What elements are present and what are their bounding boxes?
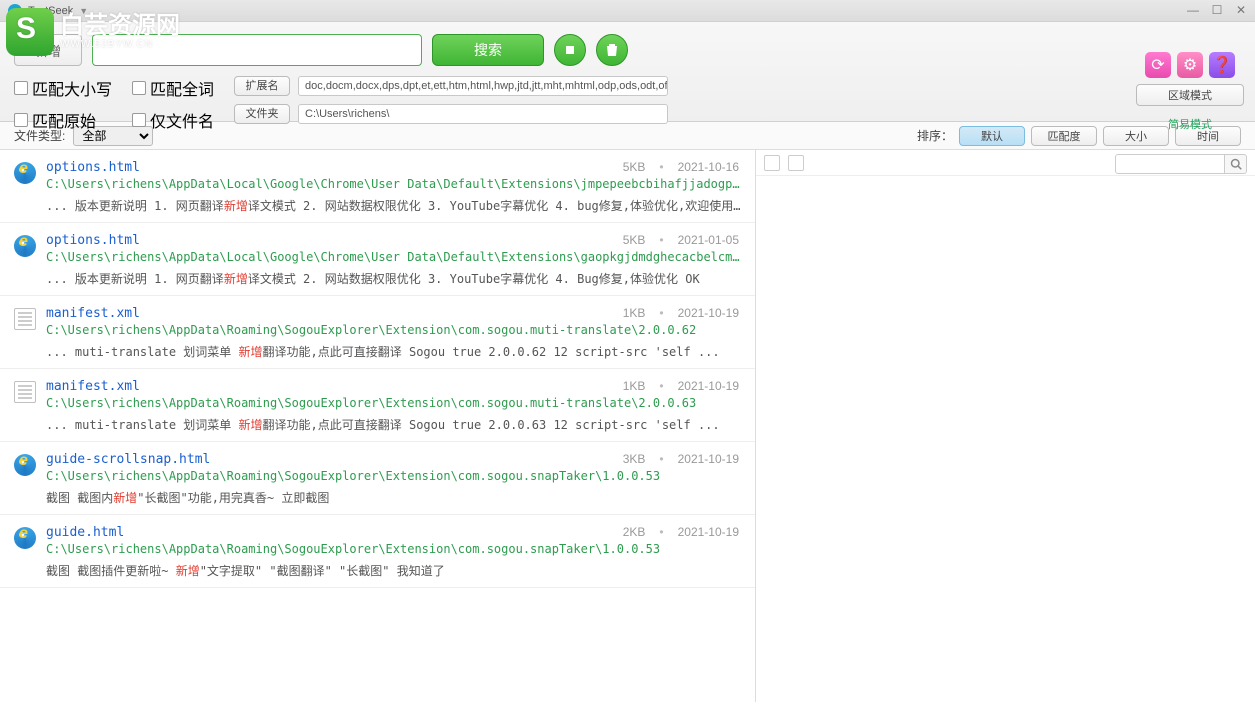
ie-icon: [14, 454, 36, 476]
result-item[interactable]: guide-scrollsnap.htmlC:\Users\richens\Ap…: [0, 442, 755, 515]
ie-icon: [14, 527, 36, 549]
match-begin-label: 匹配原始: [32, 108, 96, 132]
titlebar: TextSeek ▼ — ☐ ✕: [0, 0, 1255, 22]
result-meta: 1KB•2021-10-19: [623, 306, 739, 320]
stop-icon: [562, 42, 578, 58]
watermark-name: 白芸资源网: [60, 14, 180, 38]
result-path: C:\Users\richens\AppData\Roaming\SogouEx…: [46, 542, 741, 556]
result-path: C:\Users\richens\AppData\Local\Google\Ch…: [46, 250, 741, 264]
preview-folder-icon[interactable]: [788, 155, 804, 171]
ext-field[interactable]: doc,docm,docx,dps,dpt,et,ett,htm,html,hw…: [298, 76, 668, 96]
right-panel: ⟳ ⚙ ❓ 区域模式 简易模式: [1135, 52, 1245, 132]
results-list[interactable]: options.htmlC:\Users\richens\AppData\Loc…: [0, 150, 756, 702]
zone-mode-button[interactable]: 区域模式: [1136, 84, 1244, 106]
document-icon: [14, 381, 36, 403]
filename-only-checkbox[interactable]: 仅文件名: [132, 108, 214, 132]
preview-search-button[interactable]: [1225, 154, 1247, 174]
maximize-button[interactable]: ☐: [1209, 2, 1225, 18]
result-snippet: ... 版本更新说明 1. 网页翻译新增译文模式 2. 网站数据权限优化 3. …: [46, 270, 741, 287]
gear-icon[interactable]: ⚙: [1177, 52, 1203, 78]
search-icon: [1230, 158, 1242, 170]
help-icon[interactable]: ❓: [1209, 52, 1235, 78]
result-snippet: ... 版本更新说明 1. 网页翻译新增译文模式 2. 网站数据权限优化 3. …: [46, 197, 741, 214]
toolbar: 白芸资源网 WWW.52BYW.CN 新增 搜索 匹配大小写 匹配原始 匹配全词…: [0, 22, 1255, 122]
result-snippet: 截图 截图内新增"长截图"功能,用完真香~ 立即截图: [46, 489, 741, 506]
close-button[interactable]: ✕: [1233, 2, 1249, 18]
result-meta: 5KB•2021-10-16: [623, 160, 739, 174]
result-path: C:\Users\richens\AppData\Roaming\SogouEx…: [46, 323, 741, 337]
result-snippet: 截图 截图插件更新啦~ 新增"文字提取" "截图翻译" "长截图" 我知道了: [46, 562, 741, 579]
result-snippet: ... muti-translate 划词菜单 新增翻译功能,点此可直接翻译 S…: [46, 343, 741, 360]
preview-search-input[interactable]: [1115, 154, 1225, 174]
search-button[interactable]: 搜索: [432, 34, 544, 66]
match-case-checkbox[interactable]: 匹配大小写: [14, 76, 112, 100]
result-item[interactable]: manifest.xmlC:\Users\richens\AppData\Roa…: [0, 369, 755, 442]
watermark-logo: 白芸资源网 WWW.52BYW.CN: [6, 8, 180, 56]
result-path: C:\Users\richens\AppData\Local\Google\Ch…: [46, 177, 741, 191]
easy-mode-link[interactable]: 简易模式: [1168, 116, 1212, 132]
result-item[interactable]: guide.htmlC:\Users\richens\AppData\Roami…: [0, 515, 755, 588]
result-path: C:\Users\richens\AppData\Roaming\SogouEx…: [46, 396, 741, 410]
minimize-button[interactable]: —: [1185, 2, 1201, 18]
preview-pane: [756, 150, 1255, 702]
ie-icon: [14, 235, 36, 257]
trash-icon: [604, 42, 620, 58]
result-path: C:\Users\richens\AppData\Roaming\SogouEx…: [46, 469, 741, 483]
preview-file-icon[interactable]: [764, 155, 780, 171]
match-whole-checkbox[interactable]: 匹配全词: [132, 76, 214, 100]
trash-button[interactable]: [596, 34, 628, 66]
result-item[interactable]: options.htmlC:\Users\richens\AppData\Loc…: [0, 223, 755, 296]
match-begin-checkbox[interactable]: 匹配原始: [14, 108, 112, 132]
sync-icon[interactable]: ⟳: [1145, 52, 1171, 78]
match-whole-label: 匹配全词: [150, 76, 214, 100]
watermark-sub: WWW.52BYW.CN: [60, 40, 180, 50]
result-meta: 3KB•2021-10-19: [623, 452, 739, 466]
result-item[interactable]: manifest.xmlC:\Users\richens\AppData\Roa…: [0, 296, 755, 369]
result-item[interactable]: options.htmlC:\Users\richens\AppData\Loc…: [0, 150, 755, 223]
ext-label: 扩展名: [234, 76, 290, 96]
document-icon: [14, 308, 36, 330]
folder-label: 文件夹: [234, 104, 290, 124]
result-snippet: ... muti-translate 划词菜单 新增翻译功能,点此可直接翻译 S…: [46, 416, 741, 433]
result-meta: 5KB•2021-01-05: [623, 233, 739, 247]
stop-button[interactable]: [554, 34, 586, 66]
result-meta: 2KB•2021-10-19: [623, 525, 739, 539]
watermark-icon: [6, 8, 54, 56]
folder-field[interactable]: C:\Users\richens\: [298, 104, 668, 124]
result-meta: 1KB•2021-10-19: [623, 379, 739, 393]
filename-only-label: 仅文件名: [150, 108, 214, 132]
ie-icon: [14, 162, 36, 184]
match-case-label: 匹配大小写: [32, 76, 112, 100]
